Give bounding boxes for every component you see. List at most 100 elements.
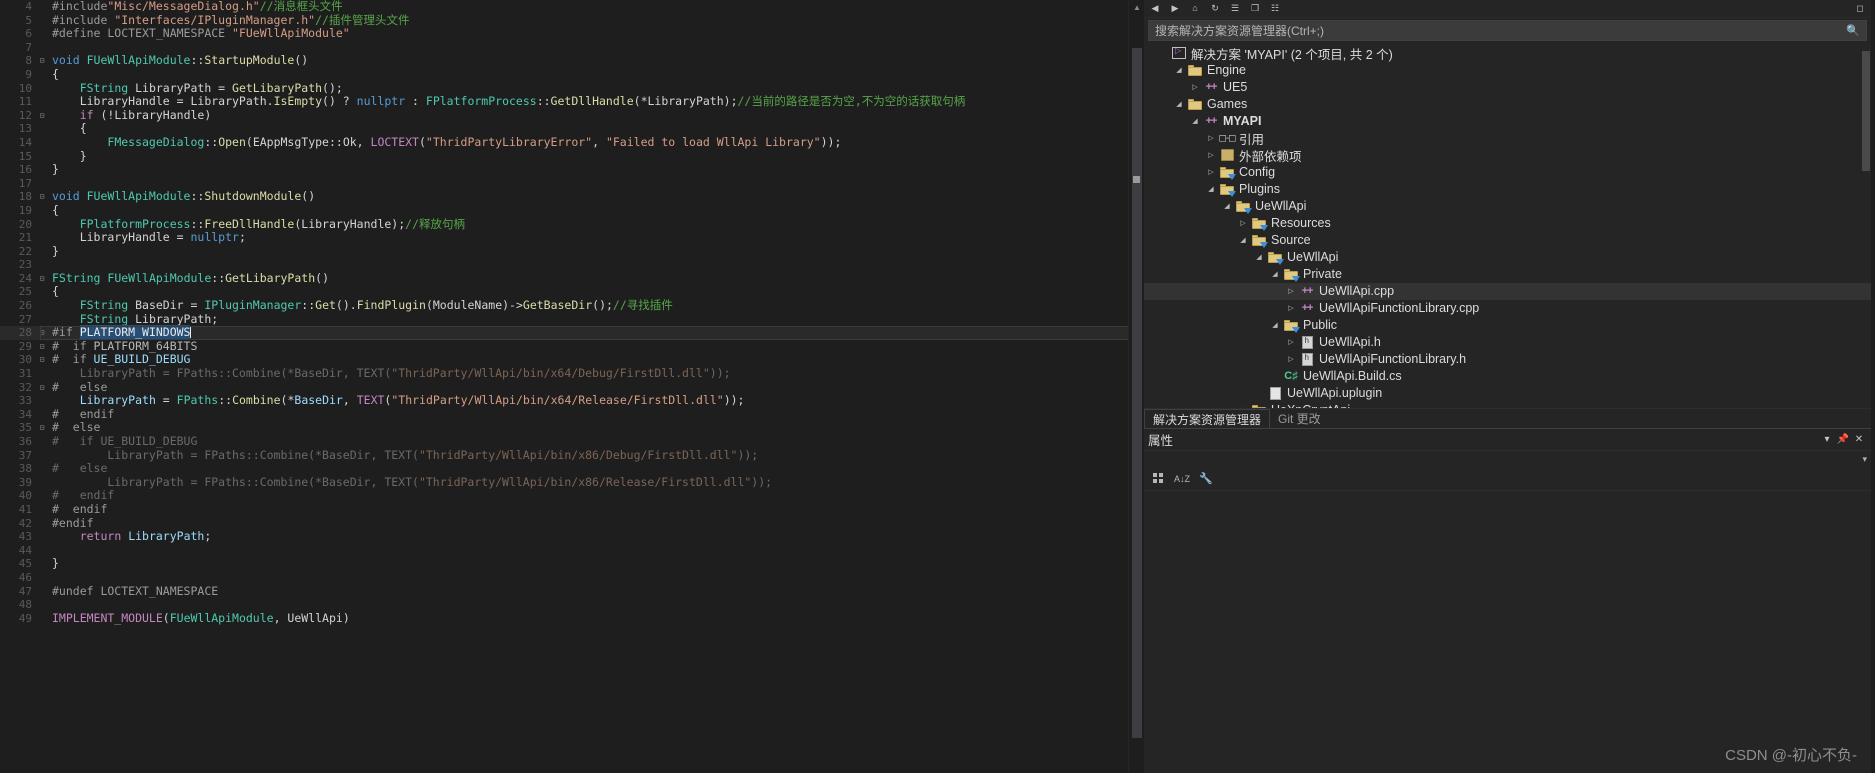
fold-collapse-icon[interactable]: ⊟ [36,190,48,204]
fold-collapse-icon[interactable]: ⊟ [36,340,48,354]
code-line[interactable]: 30 ⊟ # if UE_BUILD_DEBUG [0,353,1144,367]
code-line[interactable]: 39 LibraryPath = FPaths::Combine(*BaseDi… [0,475,1144,490]
code-line[interactable]: 40 # endif [0,489,1144,503]
code-line[interactable]: 7 [0,41,1144,55]
chevron-down-icon[interactable]: ◢ [1268,270,1282,278]
code-line[interactable]: 13 { [0,122,1144,136]
tree-item[interactable]: ▷ 外部依赖项 [1144,147,1871,164]
solution-explorer-search-box[interactable]: 搜索解决方案资源管理器(Ctrl+;) 🔍 [1148,19,1867,41]
code-line[interactable]: 35 ⊟ # else [0,421,1144,435]
chevron-down-icon[interactable]: ◢ [1236,406,1250,408]
chevron-right-icon[interactable]: ▷ [1284,338,1298,346]
code-line[interactable]: 19 { [0,203,1144,218]
pin-icon[interactable]: 📌 [1835,434,1851,445]
code-editor-pane[interactable]: 4 #include"Misc/MessageDialog.h"//消息框头文件 5… [0,0,1144,773]
code-text-area[interactable]: 4 #include"Misc/MessageDialog.h"//消息框头文件 5… [0,0,1144,773]
code-line[interactable]: 38 # else [0,461,1144,476]
solution-explorer-tree[interactable]: 解决方案 'MYAPI' (2 个项目, 共 2 个)◢Engine▷++UE5… [1144,42,1871,409]
editor-scroll-thumb[interactable] [1132,48,1142,738]
code-line[interactable]: 14 FMessageDialog::Open(EAppMsgType::Ok,… [0,135,1144,150]
code-line[interactable]: 47 #undef LOCTEXT_NAMESPACE [0,584,1144,599]
home-icon[interactable]: ⌂ [1188,2,1202,15]
editor-vertical-scrollbar[interactable]: ▲ [1128,0,1144,773]
chevron-right-icon[interactable]: ▷ [1284,304,1298,312]
code-line[interactable]: 24 ⊟ FString FUeWllApiModule::GetLibaryPat… [0,271,1144,286]
tree-item[interactable]: ▷ ++ UeWllApiFunctionLibrary.cpp [1144,300,1871,317]
code-line[interactable]: 17 [0,177,1144,191]
code-line[interactable]: 32 ⊟ # else [0,380,1144,395]
back-icon[interactable]: ◀ [1148,2,1162,15]
tree-item[interactable]: ▷ Config [1144,164,1871,181]
code-line[interactable]: 46 [0,571,1144,585]
chevron-right-icon[interactable]: ▷ [1204,168,1218,176]
code-line[interactable]: 20 FPlatformProcess::FreeDllHandle(Libra… [0,217,1144,232]
categorized-view-button[interactable] [1150,471,1166,487]
tree-item[interactable]: ▷ ◻-◻ 引用 [1144,130,1871,147]
fold-collapse-icon[interactable]: ⊟ [36,272,48,286]
code-line[interactable]: 27 FString LibraryPath; [0,312,1144,327]
chevron-right-icon[interactable]: ▷ [1284,287,1298,295]
chevron-down-icon[interactable]: ◢ [1252,253,1266,261]
chevron-down-icon[interactable]: ◢ [1236,236,1250,244]
tree-item[interactable]: ◢ Private [1144,266,1871,283]
code-line[interactable]: 6 #define LOCTEXT_NAMESPACE "FUeWllApiMod… [0,26,1144,41]
code-line[interactable]: 31 LibraryPath = FPaths::Combine(*BaseDi… [0,366,1144,381]
code-line[interactable]: 10 FString LibraryPath = GetLibaryPath()… [0,81,1144,96]
chevron-down-icon[interactable]: ◢ [1188,117,1202,125]
tree-item[interactable]: ▷ Resources [1144,215,1871,232]
tree-item[interactable]: ◢ UeWllApi [1144,249,1871,266]
alphabetical-sort-button[interactable]: A↓Z [1174,471,1190,487]
fold-collapse-icon[interactable]: ⊟ [36,381,48,395]
code-line[interactable]: 18 ⊟ void FUeWllApiModule::ShutdownModule(… [0,190,1144,204]
collapse-all-icon[interactable]: ☰ [1228,2,1242,15]
dock-tab[interactable]: Git 更改 [1270,409,1329,429]
code-line[interactable]: 5 #include "Interfaces/IPluginManager.h"/… [0,13,1144,28]
code-line[interactable]: 23 [0,258,1144,272]
tree-item[interactable]: ◢ Games [1144,96,1871,113]
code-line[interactable]: 22} [0,244,1144,259]
property-pages-button[interactable]: 🔧 [1198,471,1214,487]
properties-icon[interactable]: ☷ [1268,2,1282,15]
search-icon[interactable]: 🔍 [1846,24,1860,37]
code-line[interactable]: 15 } [0,149,1144,164]
code-line[interactable]: 44 [0,544,1144,558]
fold-collapse-icon[interactable]: ⊟ [36,54,48,68]
search-input[interactable]: 搜索解决方案资源管理器(Ctrl+;) [1155,22,1324,39]
chevron-right-icon[interactable]: ▷ [1204,151,1218,159]
chevron-right-icon[interactable]: ▷ [1284,355,1298,363]
code-line[interactable]: 25 { [0,285,1144,299]
code-line[interactable]: 49 IMPLEMENT_MODULE(FUeWllApiModule, UeWl… [0,611,1144,626]
code-line[interactable]: 12 ⊟ if (!LibraryHandle) [0,108,1144,123]
code-line[interactable]: 28 ⊟ #if PLATFORM_WINDOWS [0,325,1144,340]
fold-collapse-icon[interactable]: ⊟ [36,109,48,123]
chevron-right-icon[interactable]: ▷ [1188,83,1202,91]
code-line[interactable]: 41 # endif [0,502,1144,517]
scroll-up-arrow-icon[interactable]: ▲ [1129,0,1144,16]
chevron-down-icon[interactable]: ◢ [1204,185,1218,193]
tree-item[interactable]: ◢ Engine [1144,62,1871,79]
code-line[interactable]: 16} [0,162,1144,177]
code-line[interactable]: 43 return LibraryPath; [0,529,1144,544]
code-line[interactable]: 48 [0,598,1144,612]
chevron-down-icon[interactable]: ◢ [1172,66,1186,74]
solution-explorer-toolbar[interactable]: ◀ ▶ ⌂ ↻ ☰ ❒ ☷ ◻ [1144,0,1871,18]
forward-icon[interactable]: ▶ [1168,2,1182,15]
chevron-down-icon[interactable]: ▾ [1819,434,1835,445]
show-all-files-icon[interactable]: ❒ [1248,2,1262,15]
code-line[interactable]: 8 ⊟ void FUeWllApiModule::StartupModule() [0,54,1144,68]
chevron-down-icon[interactable]: ◢ [1172,100,1186,108]
tree-item[interactable]: ▷ UeWllApiFunctionLibrary.h [1144,351,1871,368]
chevron-right-icon[interactable]: ▷ [1204,134,1218,142]
tree-item[interactable]: ◢ UeXpCryptApi [1144,402,1871,409]
tree-item[interactable]: ◢ ++ MYAPI [1144,113,1871,130]
code-line[interactable]: 33 LibraryPath = FPaths::Combine(*BaseDi… [0,393,1144,408]
refresh-icon[interactable]: ↻ [1208,2,1222,15]
tree-item[interactable]: ◢ Public [1144,317,1871,334]
code-line[interactable]: 37 LibraryPath = FPaths::Combine(*BaseDi… [0,448,1144,463]
code-line[interactable]: 4 #include"Misc/MessageDialog.h"//消息框头文件 [0,0,1144,14]
properties-grid[interactable] [1144,491,1871,773]
tree-item[interactable]: UeWllApi.uplugin [1144,385,1871,402]
fold-collapse-icon[interactable]: ⊟ [36,326,48,340]
tree-item[interactable]: ▷ ++ UE5 [1144,79,1871,96]
dock-tab[interactable]: 解决方案资源管理器 [1144,408,1271,429]
